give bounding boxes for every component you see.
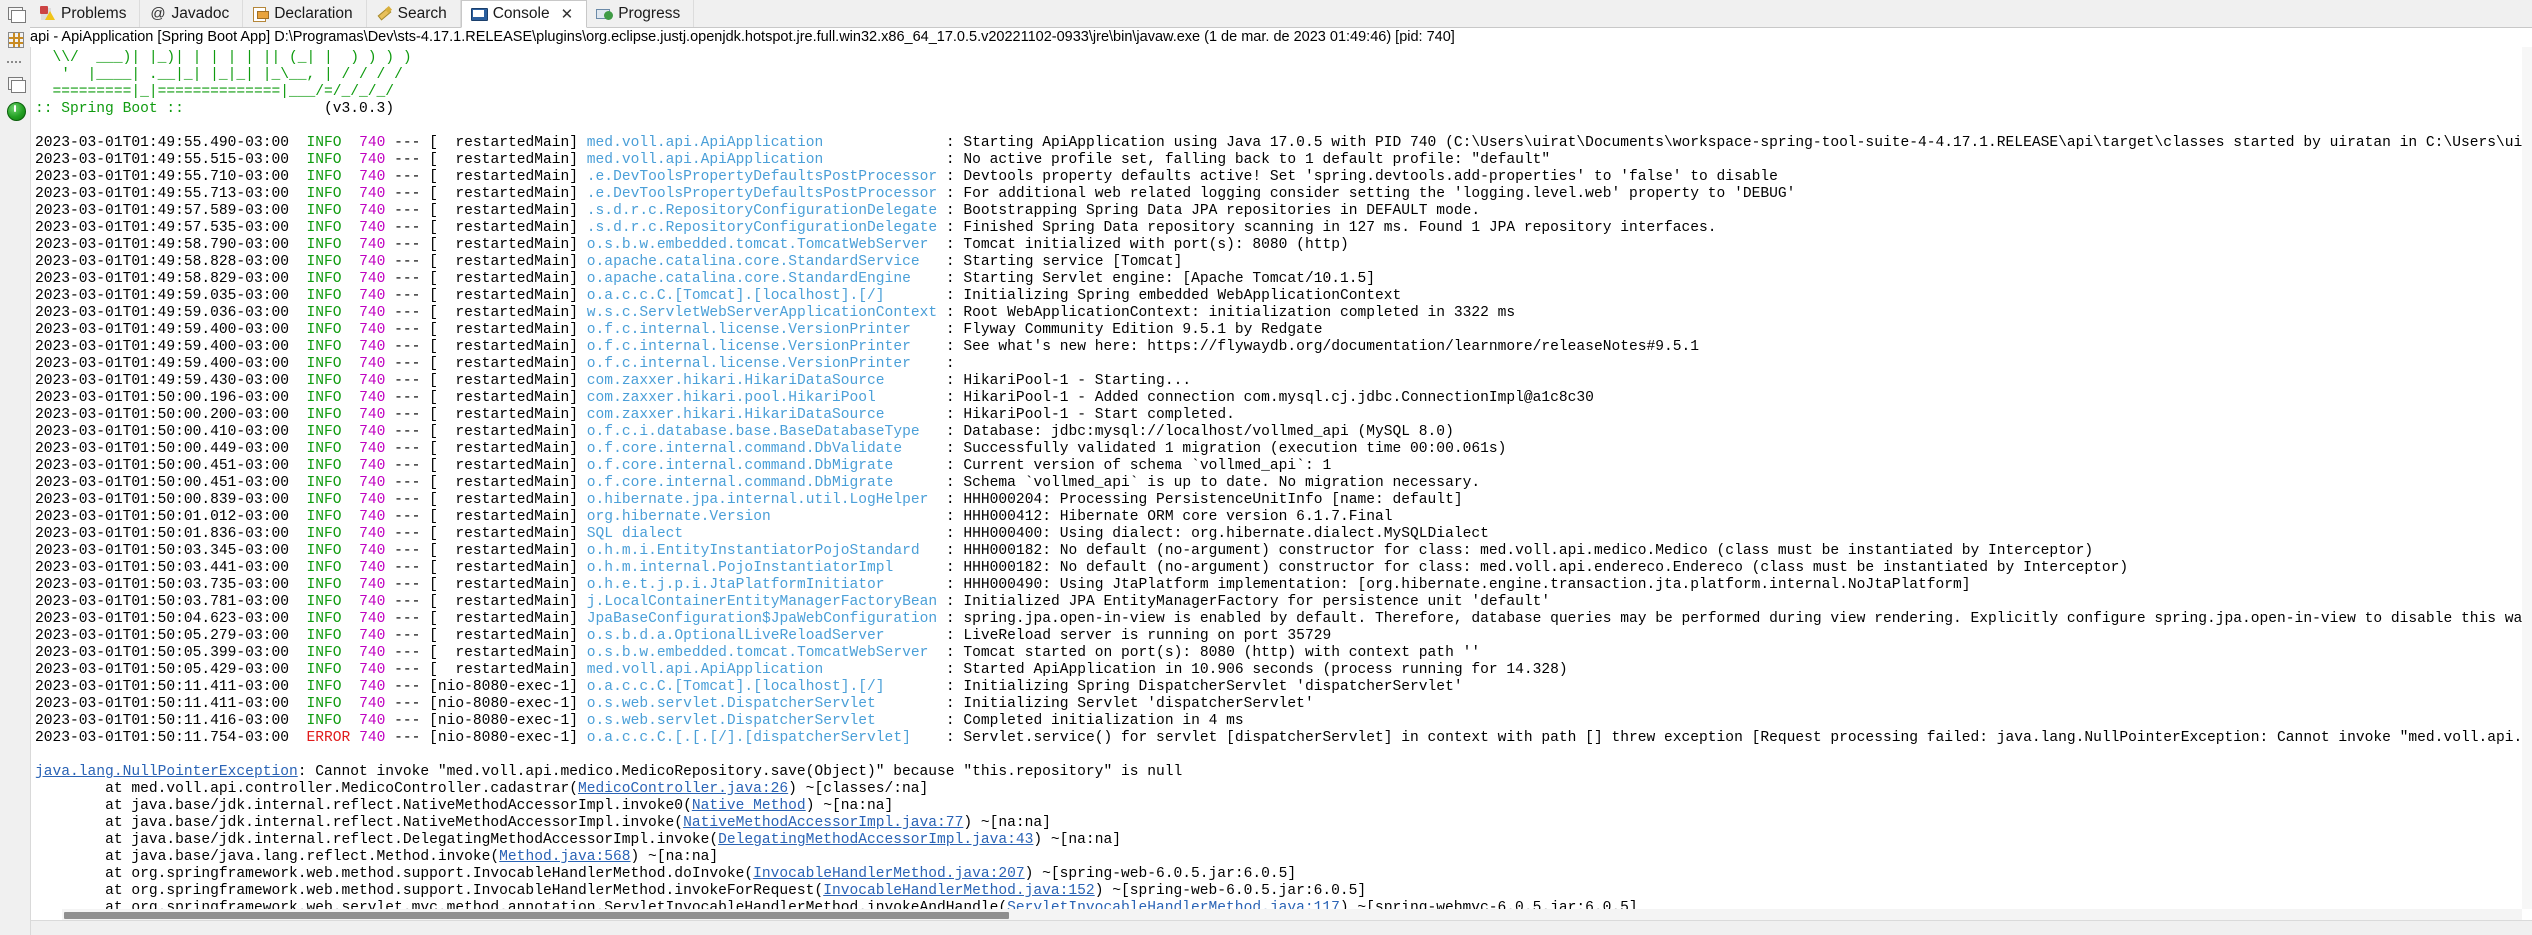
tab-label: Problems [61,4,127,22]
log-line: 2023-03-01T01:50:03.781-03:00 INFO 740 -… [35,594,1551,610]
log-line: 2023-03-01T01:49:59.035-03:00 INFO 740 -… [35,288,1402,304]
log-line: 2023-03-01T01:50:03.345-03:00 INFO 740 -… [35,543,2094,559]
tab-label: Search [397,4,447,22]
stack-frame: at med.voll.api.controller.MedicoControl… [35,781,929,797]
log-line: 2023-03-01T01:49:55.490-03:00 INFO 740 -… [35,135,2532,151]
maximize-view-button[interactable] [3,72,27,94]
tab-declaration[interactable]: Declaration [243,0,367,27]
banner-line: ' |____| .__|_| |_|_| |_\__, | / / / / [35,67,403,83]
log-line: 2023-03-01T01:49:58.790-03:00 INFO 740 -… [35,237,1349,253]
log-line: 2023-03-01T01:50:05.279-03:00 INFO 740 -… [35,628,1332,644]
view-tab-bar: Problems @ Javadoc Declaration Search Co… [0,0,2532,28]
console-output[interactable]: \\/ ___)| |_)| | | | | || (_| | ) ) ) ) … [30,47,2532,935]
console-icon [470,6,488,23]
tab-javadoc[interactable]: @ Javadoc [140,0,244,27]
eclipse-console-view: Problems @ Javadoc Declaration Search Co… [0,0,2532,935]
tab-console[interactable]: Console ✕ [460,0,588,28]
log-line: 2023-03-01T01:50:00.451-03:00 INFO 740 -… [35,458,1332,474]
log-line: 2023-03-01T01:50:00.410-03:00 INFO 740 -… [35,424,1454,440]
progress-icon [596,5,614,22]
log-line: 2023-03-01T01:49:59.400-03:00 INFO 740 -… [35,339,1700,355]
horizontal-scrollbar-thumb[interactable] [64,912,1009,919]
tab-label: Javadoc [171,4,230,22]
stack-frame: at org.springframework.web.method.suppor… [35,883,1367,899]
log-line: 2023-03-01T01:49:58.829-03:00 INFO 740 -… [35,271,1376,287]
banner-line: \\/ ___)| |_)| | | | | || (_| | ) ) ) ) [35,50,412,66]
log-line: 2023-03-01T01:49:59.400-03:00 INFO 740 -… [35,322,1323,338]
console-title-row: api - ApiApplication [Spring Boot App] D… [0,28,2532,47]
log-line: 2023-03-01T01:50:01.836-03:00 INFO 740 -… [35,526,1489,542]
log-line: 2023-03-01T01:49:57.589-03:00 INFO 740 -… [35,203,1481,219]
stack-frame: at java.base/jdk.internal.reflect.Native… [35,798,894,814]
tab-label: Console [492,5,550,22]
search-icon [376,5,393,22]
display-selected-console-button[interactable] [3,28,27,50]
log-line: 2023-03-01T01:50:00.449-03:00 INFO 740 -… [35,441,1507,457]
declaration-icon [252,5,270,22]
log-line: 2023-03-01T01:49:57.535-03:00 INFO 740 -… [35,220,1717,236]
log-line: 2023-03-01T01:49:55.713-03:00 INFO 740 -… [35,186,1796,202]
tab-problems[interactable]: Problems [30,0,141,27]
log-line: 2023-03-01T01:50:05.429-03:00 INFO 740 -… [35,662,1568,678]
stack-frame: at java.base/jdk.internal.reflect.Native… [35,815,1051,831]
log-line: 2023-03-01T01:49:59.036-03:00 INFO 740 -… [35,305,1516,321]
log-line: 2023-03-01T01:50:11.411-03:00 INFO 740 -… [35,696,1314,712]
log-line: 2023-03-01T01:50:00.451-03:00 INFO 740 -… [35,475,1481,491]
log-line: 2023-03-01T01:49:59.400-03:00 INFO 740 -… [35,356,964,372]
exception-header: java.lang.NullPointerException: Cannot i… [35,764,1183,780]
log-line: 2023-03-01T01:50:00.839-03:00 INFO 740 -… [35,492,1463,508]
log-line: 2023-03-01T01:49:59.430-03:00 INFO 740 -… [35,373,1192,389]
log-line: 2023-03-01T01:50:05.399-03:00 INFO 740 -… [35,645,1481,661]
log-line: 2023-03-01T01:50:03.735-03:00 INFO 740 -… [35,577,1971,593]
toolbar-separator-icon [3,54,27,68]
log-line: 2023-03-01T01:50:11.754-03:00 ERROR 740 … [35,730,2532,746]
console-bottom-strip [31,920,2532,935]
log-line: 2023-03-01T01:49:55.515-03:00 INFO 740 -… [35,152,1551,168]
log-line: 2023-03-01T01:50:11.411-03:00 INFO 740 -… [35,679,1463,695]
tab-label: Declaration [274,4,353,22]
vertical-scrollbar[interactable] [2522,47,2532,909]
tab-search[interactable]: Search [366,0,461,27]
stack-frame: at java.base/jdk.internal.reflect.Delega… [35,832,1121,848]
banner-line: :: Spring Boot :: (v3.0.3) [35,101,395,117]
console-toolbar [0,0,30,935]
log-line: 2023-03-01T01:50:11.416-03:00 INFO 740 -… [35,713,1244,729]
banner-line: =========|_|==============|___/=/_/_/_/ [35,84,395,100]
console-body: \\/ ___)| |_)| | | | | || (_| | ) ) ) ) … [0,0,2532,935]
tab-progress[interactable]: Progress [587,0,695,27]
tab-label: Progress [618,4,681,22]
close-icon[interactable]: ✕ [561,7,574,22]
problems-icon [39,5,56,22]
javadoc-icon: @ [150,5,166,22]
stack-frame: at java.base/java.lang.reflect.Method.in… [35,849,719,865]
log-line: 2023-03-01T01:50:01.012-03:00 INFO 740 -… [35,509,1393,525]
log-line: 2023-03-01T01:49:55.710-03:00 INFO 740 -… [35,169,1778,185]
log-line: 2023-03-01T01:49:58.828-03:00 INFO 740 -… [35,254,1183,270]
terminate-button[interactable] [3,98,27,124]
stack-frame: at org.springframework.web.method.suppor… [35,866,1297,882]
log-line: 2023-03-01T01:50:04.623-03:00 INFO 740 -… [35,611,2532,627]
console-title: api - ApiApplication [Spring Boot App] D… [30,29,1455,45]
console-text: \\/ ___)| |_)| | | | | || (_| | ) ) ) ) … [35,50,2532,917]
log-line: 2023-03-01T01:50:03.441-03:00 INFO 740 -… [35,560,2129,576]
minimize-view-button[interactable] [3,2,27,24]
log-line: 2023-03-01T01:50:00.196-03:00 INFO 740 -… [35,390,1594,406]
log-line: 2023-03-01T01:50:00.200-03:00 INFO 740 -… [35,407,1235,423]
